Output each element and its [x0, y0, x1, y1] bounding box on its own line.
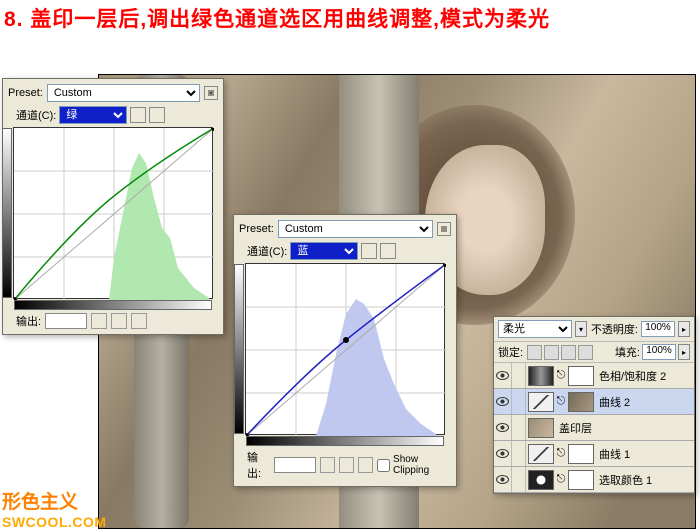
input-gradient [246, 436, 444, 446]
layer-name-label: 色相/饱和度 2 [599, 368, 666, 384]
fill-label: 填充: [615, 344, 640, 360]
show-clipping-label: Show Clipping [393, 454, 451, 476]
layer-row[interactable]: ⎋ 曲线 2 [494, 389, 694, 415]
layer-row[interactable]: 盖印层 [494, 415, 694, 441]
eyedropper-white-icon[interactable] [358, 457, 373, 473]
layers-panel: 柔光 ▾ 不透明度: 100% ▸ 锁定: 填充: 100% ▸ ⎋ 色相/饱和… [493, 316, 695, 494]
blend-mode-select[interactable]: 柔光 [498, 320, 572, 338]
layer-mask-thumb [568, 444, 594, 464]
lock-pixels-icon[interactable] [544, 345, 559, 360]
link-icon: ⎋ [557, 395, 565, 409]
channel-tool-2[interactable] [149, 107, 165, 123]
channel-select-green[interactable]: 绿 [59, 106, 127, 124]
show-clipping-checkbox[interactable] [377, 459, 390, 472]
curves-graph-green[interactable] [13, 127, 213, 299]
layer-name-label: 选取颜色 1 [599, 472, 652, 488]
channel-tool-1[interactable] [130, 107, 146, 123]
curves-graph-blue[interactable] [245, 263, 445, 435]
layer-name-label: 盖印层 [559, 420, 592, 436]
preset-label: Preset: [239, 223, 274, 235]
input-gradient [14, 300, 212, 310]
curves-dialog-green: Preset: Custom 通道(C): 绿 输出: [2, 78, 224, 335]
link-icon: ⎋ [557, 369, 565, 383]
layer-name-label: 曲线 2 [599, 394, 630, 410]
opacity-label: 不透明度: [591, 321, 638, 337]
curves-dialog-blue: Preset: Custom 通道(C): 蓝 输出: Show [233, 214, 457, 487]
channel-select-blue[interactable]: 蓝 [290, 242, 358, 260]
layer-thumb-selective-color-icon [528, 470, 554, 490]
lock-label: 锁定: [498, 344, 523, 360]
eyedropper-gray-icon[interactable] [111, 313, 127, 329]
layer-row[interactable]: ⎋ 色相/饱和度 2 [494, 363, 694, 389]
layer-thumb-curves-icon [528, 392, 554, 412]
channel-label: 通道(C): [247, 243, 287, 259]
preset-menu-icon[interactable] [204, 86, 218, 100]
lock-position-icon[interactable] [561, 345, 576, 360]
eyedropper-white-icon[interactable] [131, 313, 147, 329]
visibility-eye-icon[interactable] [496, 449, 509, 458]
preset-label: Preset: [8, 87, 43, 99]
layer-row[interactable]: ⎋ 曲线 1 [494, 441, 694, 467]
watermark: 形色主义 SWCOOL.COM [2, 492, 107, 530]
layer-row[interactable]: ⎋ 选取颜色 1 [494, 467, 694, 493]
preset-select[interactable]: Custom [47, 84, 200, 102]
layer-thumb-curves-icon [528, 444, 554, 464]
visibility-eye-icon[interactable] [496, 371, 509, 380]
layer-list: ⎋ 色相/饱和度 2 ⎋ 曲线 2 盖印层 ⎋ 曲线 1 [494, 363, 694, 493]
layer-mask-thumb [568, 470, 594, 490]
link-icon: ⎋ [557, 473, 565, 487]
output-label: 输出: [16, 313, 41, 329]
link-icon: ⎋ [557, 447, 565, 461]
layer-mask-thumb [568, 366, 594, 386]
fill-dropdown-icon[interactable]: ▸ [678, 344, 690, 360]
preset-menu-icon[interactable] [437, 222, 451, 236]
layer-thumb-photo [528, 418, 554, 438]
eyedropper-black-icon[interactable] [320, 457, 335, 473]
visibility-eye-icon[interactable] [496, 423, 509, 432]
visibility-eye-icon[interactable] [496, 475, 509, 484]
lock-all-icon[interactable] [578, 345, 593, 360]
eyedropper-black-icon[interactable] [91, 313, 107, 329]
watermark-line2: SWCOOL.COM [2, 514, 107, 530]
output-gradient [2, 128, 12, 298]
output-value-input[interactable] [45, 313, 87, 329]
channel-tool-2[interactable] [380, 243, 396, 259]
opacity-dropdown-icon[interactable]: ▸ [678, 321, 690, 337]
step-instruction: 8. 盖印一层后,调出绿色通道选区用曲线调整,模式为柔光 [0, 0, 700, 39]
opacity-value[interactable]: 100% [641, 321, 675, 337]
fill-value[interactable]: 100% [642, 344, 676, 360]
blend-dropdown-icon[interactable]: ▾ [575, 321, 587, 337]
visibility-eye-icon[interactable] [496, 397, 509, 406]
output-label: 输出: [247, 449, 270, 481]
layer-name-label: 曲线 1 [599, 446, 630, 462]
channel-label: 通道(C): [16, 107, 56, 123]
preset-select[interactable]: Custom [278, 220, 433, 238]
layer-thumb-icon [528, 366, 554, 386]
output-gradient [234, 264, 244, 434]
watermark-line1: 形色主义 [2, 492, 107, 514]
lock-transparency-icon[interactable] [527, 345, 542, 360]
layer-mask-thumb [568, 392, 594, 412]
channel-tool-1[interactable] [361, 243, 377, 259]
output-value-input[interactable] [274, 457, 316, 473]
eyedropper-gray-icon[interactable] [339, 457, 354, 473]
